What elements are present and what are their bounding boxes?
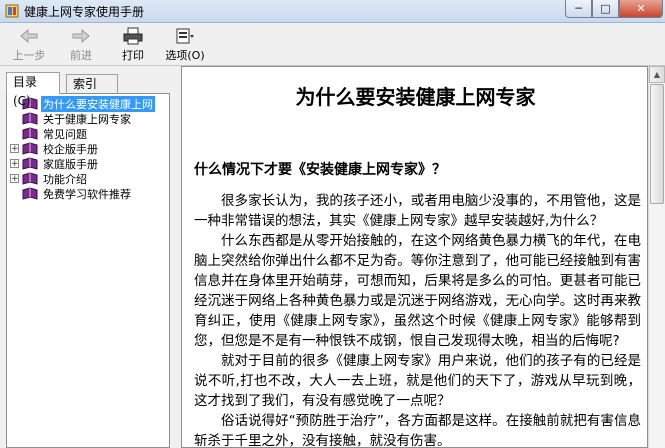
print-button[interactable]: 打印	[108, 27, 158, 63]
paragraph: 俗话说得好“预防胜于治疗”，各方面都是这样。在接触前就把有害信息斩杀于千里之外，…	[194, 413, 641, 448]
close-button[interactable]: ✕	[619, 0, 663, 18]
options-icon	[176, 28, 194, 44]
forward-label: 前进	[70, 49, 92, 62]
tab-index[interactable]: 索引(N)	[66, 74, 118, 110]
forward-button[interactable]: 前进	[56, 27, 106, 63]
back-button[interactable]: 上一步	[4, 27, 54, 63]
book-icon	[22, 157, 38, 170]
expand-icon[interactable]: +	[10, 159, 19, 169]
book-icon	[22, 112, 38, 125]
back-label: 上一步	[12, 49, 46, 62]
pane-splitter[interactable]	[176, 66, 180, 448]
tree-item[interactable]: 关于健康上网专家	[10, 111, 133, 126]
tree-item-label: 为什么要安装健康上网	[41, 95, 155, 112]
tree-item-label: 家庭版手册	[43, 157, 98, 171]
tree-item-label: 常见问题	[43, 127, 87, 141]
book-icon	[22, 187, 38, 200]
title-bar: 健康上网专家使用手册 ─ □ ✕	[0, 0, 665, 23]
book-icon	[22, 142, 38, 155]
tree-item[interactable]: 为什么要安装健康上网	[10, 95, 155, 112]
vertical-scrollbar[interactable]: ▲	[648, 66, 665, 448]
navigation-pane: 目录(C) 索引(N) 为什么要安装健康上网关于健康上网专家常见问题 + 校企版手册…	[0, 66, 176, 448]
forward-arrow-icon	[72, 28, 90, 44]
toolbar: 上一步 前进 打印 选项(O)	[0, 23, 665, 66]
window-title: 健康上网专家使用手册	[24, 5, 145, 19]
topic-title: 为什么要安装健康上网专家	[295, 85, 536, 109]
printer-icon	[123, 27, 143, 45]
tree-item-label: 关于健康上网专家	[43, 112, 131, 126]
minimize-button[interactable]: ─	[565, 0, 592, 18]
scroll-up-icon[interactable]: ▲	[649, 66, 665, 83]
tree-item[interactable]: + 功能介绍	[10, 171, 89, 186]
tab-contents[interactable]: 目录(C)	[6, 72, 60, 108]
tree-item-label: 功能介绍	[43, 172, 87, 186]
book-icon	[22, 172, 38, 185]
options-label: 选项(O)	[165, 49, 205, 62]
paragraph: 很多家长认为，我的孩子还小，或者用电脑少没事的，不用管他，这是一种非常错误的想法…	[194, 193, 641, 229]
maximize-button[interactable]: □	[592, 0, 619, 18]
tree-item[interactable]: 常见问题	[10, 126, 89, 141]
expand-icon[interactable]: +	[10, 144, 19, 154]
tree-item[interactable]: 免费学习软件推荐	[10, 186, 133, 201]
help-book-icon	[5, 4, 19, 18]
contents-tree: 为什么要安装健康上网 关于健康上网专家 常见问题 + 校企版手册 + 家庭版手册 + 功能介绍免…	[6, 93, 170, 448]
expand-icon[interactable]: +	[10, 174, 19, 184]
back-arrow-icon	[20, 28, 38, 44]
tree-item[interactable]: + 家庭版手册	[10, 156, 100, 171]
tree-item[interactable]: + 校企版手册	[10, 141, 100, 156]
paragraph: 什么东西都是从零开始接触的，在这个网络黄色暴力横飞的年代，在电脑上突然给你弹出什…	[194, 233, 641, 349]
print-label: 打印	[122, 49, 144, 62]
topic-content: 为什么要安装健康上网专家 什么情况下才要《安装健康上网专家》？ 很多家长认为，我…	[181, 66, 648, 448]
paragraph: 就对于目前的很多《健康上网专家》用户来说，他们的孩子有的已经是说不听,打也不改，…	[194, 353, 641, 409]
scroll-thumb[interactable]	[650, 84, 664, 204]
tree-item-label: 校企版手册	[43, 142, 98, 156]
options-button[interactable]: 选项(O)	[160, 27, 210, 63]
tree-item-label: 免费学习软件推荐	[43, 187, 131, 201]
topic-body: 很多家长认为，我的孩子还小，或者用电脑少没事的，不用管他，这是一种非常错误的想法…	[194, 191, 641, 448]
topic-subtitle: 什么情况下才要《安装健康上网专家》？	[194, 162, 446, 178]
book-icon	[22, 127, 38, 140]
